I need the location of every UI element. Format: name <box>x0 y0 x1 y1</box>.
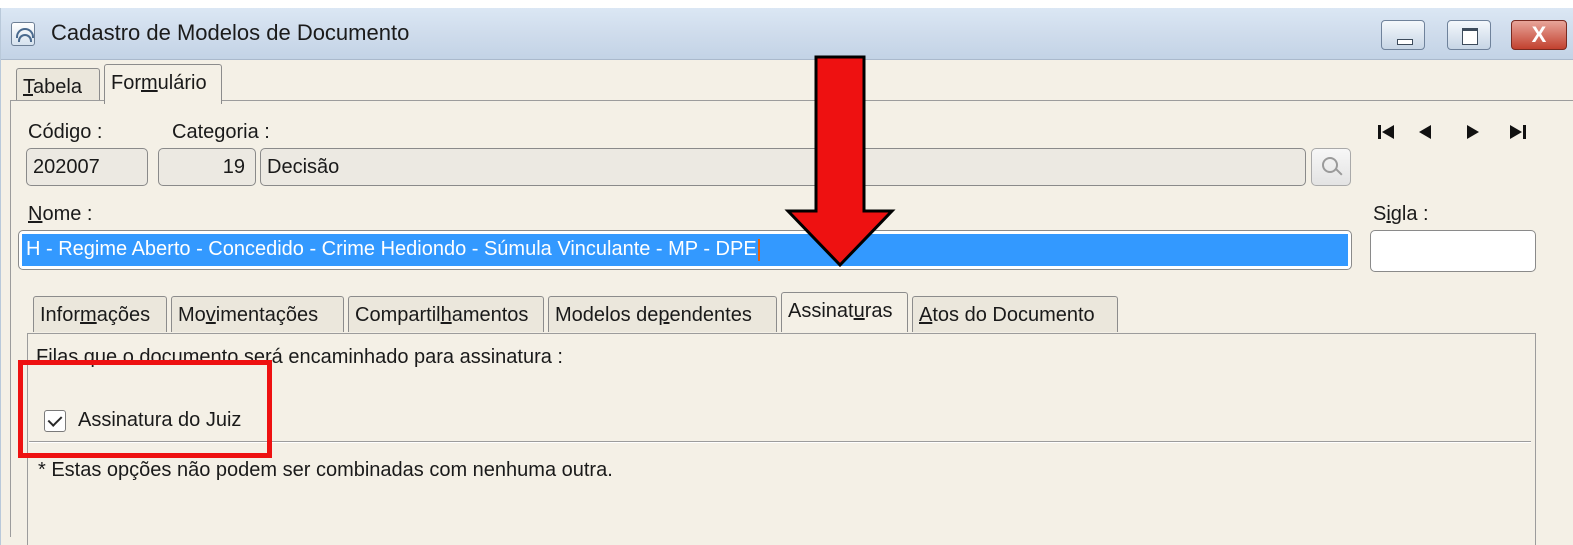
tab-assinaturas-pre: Assinat <box>788 300 854 322</box>
tab-modelos-dependentes-pre: Modelos de <box>555 304 659 326</box>
nome-label-text: ome : <box>42 203 93 225</box>
tab-modelos-dependentes[interactable]: Modelos dependentes <box>548 296 777 332</box>
close-icon: X <box>1531 22 1547 47</box>
first-record-icon[interactable] <box>1378 124 1396 144</box>
tab-atos-rest: tos do Documento <box>932 304 1095 326</box>
nome-selected-text: H - Regime Aberto - Concedido - Crime He… <box>22 234 1348 266</box>
tab-compartilhamentos-pre: Compartil <box>355 304 441 326</box>
text-caret <box>757 238 760 261</box>
tab-formulario-label: ulário <box>157 72 207 94</box>
codigo-label: Código : <box>28 121 103 143</box>
tab-tabela[interactable]: Tabela <box>16 68 100 104</box>
sigla-label-pre: S <box>1373 203 1387 225</box>
tab-tabela-hotkey: T <box>23 76 33 98</box>
codigo-field[interactable]: 202007 <box>26 148 148 186</box>
tab-compartilhamentos-rest: amentos <box>451 304 529 326</box>
window-title: Cadastro de Modelos de Documento <box>51 20 410 45</box>
close-button[interactable]: X <box>1511 20 1567 50</box>
tab-modelos-dependentes-hotkey: p <box>658 304 670 326</box>
next-record-icon[interactable] <box>1466 124 1480 144</box>
tab-formulario[interactable]: Formulário <box>104 64 222 104</box>
tab-formulario-hotkey: m <box>141 72 158 94</box>
categoria-id-field[interactable]: 19 <box>158 148 256 186</box>
tab-assinaturas-rest: ras <box>864 300 893 322</box>
tab-movimentacoes[interactable]: Movimentações <box>171 296 344 332</box>
title-bar: Cadastro de Modelos de Documento X <box>1 8 1573 60</box>
tab-informacoes-hotkey: m <box>80 304 97 326</box>
down-arrow-icon <box>784 55 896 268</box>
categoria-label: Categoria : <box>172 121 270 143</box>
minimize-button[interactable] <box>1381 20 1425 50</box>
prev-record-icon[interactable] <box>1418 124 1432 144</box>
nome-input[interactable]: H - Regime Aberto - Concedido - Crime He… <box>18 230 1352 270</box>
nome-value: H - Regime Aberto - Concedido - Crime He… <box>26 238 757 260</box>
tab-compartilhamentos-hotkey: h <box>440 304 452 326</box>
tab-atos-hotkey: A <box>919 304 933 326</box>
tab-tabela-label: abela <box>33 76 82 98</box>
nome-label: Nome : <box>28 203 92 226</box>
tab-movimentacoes-rest: imentações <box>215 304 319 326</box>
tab-movimentacoes-pre: Mo <box>178 304 206 326</box>
tab-assinaturas-hotkey: u <box>853 300 865 322</box>
tab-informacoes[interactable]: Informações <box>33 296 167 332</box>
tab-informacoes-pre: Infor <box>40 304 81 326</box>
assinaturas-note: * Estas opções não podem ser combinadas … <box>38 459 613 481</box>
tab-formulario-label-pre: For <box>111 72 141 94</box>
tab-movimentacoes-hotkey: v <box>205 304 216 326</box>
sigla-input[interactable] <box>1370 230 1536 272</box>
search-icon[interactable] <box>1311 148 1351 186</box>
sigla-label-text: gla : <box>1390 203 1429 225</box>
last-record-icon[interactable] <box>1508 124 1526 144</box>
nome-label-hotkey: N <box>28 203 43 225</box>
tab-informacoes-rest: ações <box>96 304 151 326</box>
app-icon <box>11 22 35 46</box>
highlight-box <box>18 360 272 458</box>
maximize-button[interactable] <box>1447 20 1491 50</box>
tab-compartilhamentos[interactable]: Compartilhamentos <box>348 296 544 332</box>
sigla-label: Sigla : <box>1373 203 1429 226</box>
tab-assinaturas[interactable]: Assinaturas <box>781 292 908 332</box>
tab-atos-do-documento[interactable]: Atos do Documento <box>912 296 1118 332</box>
tab-modelos-dependentes-rest: endentes <box>669 304 752 326</box>
